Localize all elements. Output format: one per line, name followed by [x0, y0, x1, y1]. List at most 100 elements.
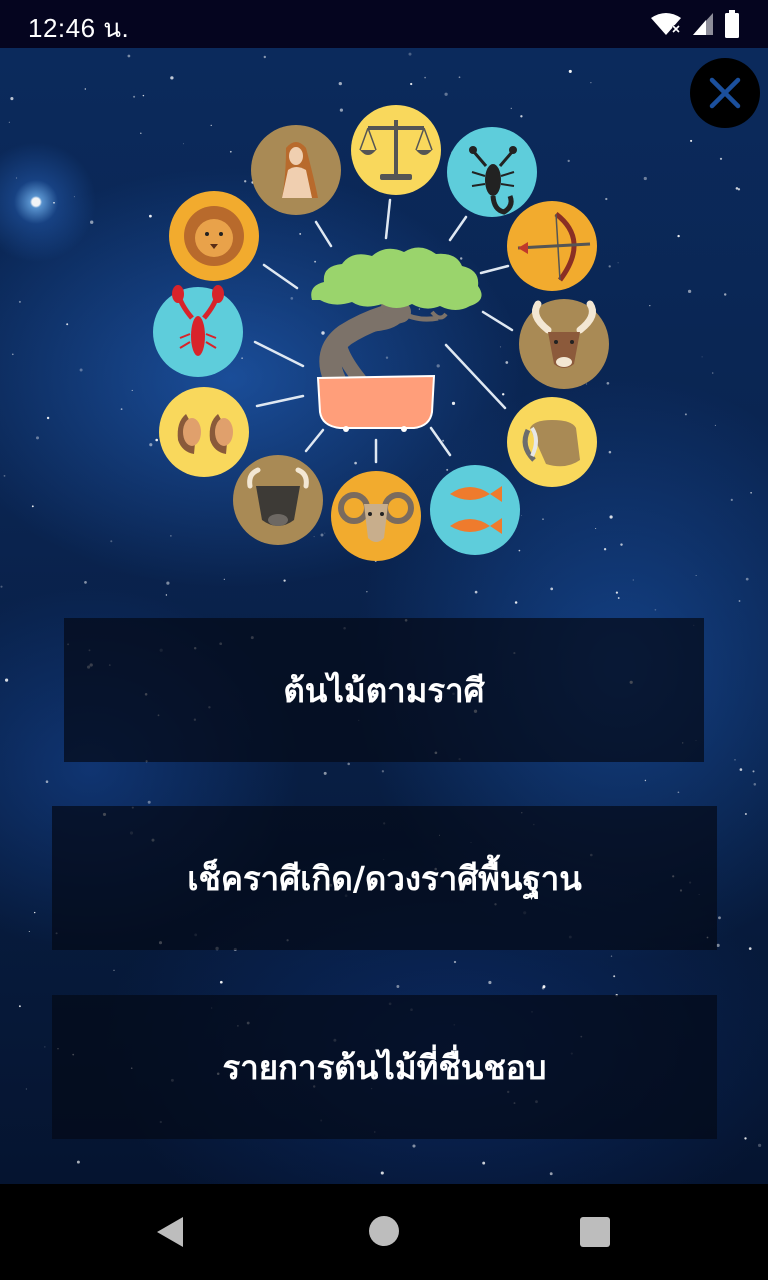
star [283, 579, 286, 582]
star [677, 234, 680, 238]
star [745, 577, 749, 581]
star [46, 416, 50, 420]
favorite-trees-label: รายการต้นไม้ที่ชื่นชอบ [222, 1047, 547, 1087]
star [590, 82, 592, 84]
battery-icon [725, 10, 739, 38]
star [15, 177, 18, 179]
star [120, 408, 123, 410]
star [323, 771, 327, 775]
star [684, 413, 687, 416]
aries-ram-icon [331, 471, 421, 561]
star [28, 930, 30, 933]
status-time: 12:46 น. [28, 13, 130, 43]
check-birth-sign-button[interactable]: เช็คราศีเกิด/ดวงราศีพื้นฐาน [52, 806, 717, 950]
star [542, 985, 546, 989]
star [25, 1088, 27, 1090]
star [444, 92, 448, 96]
favorite-trees-button[interactable]: รายการต้นไม้ที่ชื่นชอบ [52, 995, 717, 1139]
star [739, 768, 743, 771]
star [44, 1046, 46, 1048]
tree-by-zodiac-button[interactable]: ต้นไม้ตามราศี [64, 618, 704, 762]
star [734, 759, 736, 761]
star [170, 76, 174, 80]
star [714, 424, 716, 426]
star [514, 601, 518, 604]
star [18, 1005, 21, 1008]
star [687, 289, 692, 294]
star [3, 475, 6, 477]
star [165, 594, 168, 596]
star [474, 590, 478, 594]
star [644, 779, 647, 782]
star [654, 608, 657, 611]
close-icon [709, 77, 741, 109]
close-button[interactable] [690, 58, 760, 128]
star [615, 591, 619, 594]
star [408, 52, 412, 56]
star [36, 436, 39, 440]
star [223, 578, 225, 580]
star [677, 791, 680, 794]
star [410, 82, 413, 86]
star [166, 581, 170, 585]
star [617, 597, 620, 599]
virgo-maiden-icon [251, 125, 341, 215]
star [0, 585, 3, 588]
star [147, 800, 151, 804]
star [752, 770, 755, 773]
libra-scales-icon [351, 105, 441, 195]
tree-by-zodiac-label: ต้นไม้ตามราศี [283, 670, 485, 710]
star [549, 1172, 553, 1176]
star [338, 81, 342, 86]
star [34, 911, 36, 914]
star [753, 783, 757, 786]
recents-icon[interactable] [580, 1217, 610, 1247]
star [750, 492, 752, 494]
home-icon[interactable] [369, 1216, 399, 1246]
pisces-fish-icon [430, 465, 520, 555]
wifi-icon [651, 13, 681, 35]
star [719, 157, 723, 160]
star [8, 121, 10, 123]
star [758, 1143, 762, 1147]
star [76, 1160, 80, 1164]
status-icons [650, 10, 740, 38]
star [381, 770, 385, 773]
star [110, 540, 113, 543]
gemini-twins-icon [159, 387, 249, 477]
star [90, 220, 94, 224]
star [568, 69, 572, 73]
star [424, 76, 426, 79]
star [643, 176, 647, 181]
star [263, 55, 266, 59]
star [131, 389, 133, 391]
star [482, 1161, 486, 1165]
star [632, 579, 634, 581]
star [735, 187, 739, 190]
aquarius-jar-icon [507, 397, 597, 487]
star [550, 587, 554, 591]
star [738, 600, 741, 602]
sagittarius-bow-icon [507, 201, 597, 291]
star [744, 812, 747, 816]
star [127, 54, 131, 58]
star [18, 300, 21, 303]
star [730, 498, 733, 502]
capricorn-goat-icon [519, 299, 609, 389]
star [113, 969, 115, 971]
cell-signal-icon [693, 13, 713, 35]
star [396, 985, 400, 988]
status-bar: 12:46 น. [0, 0, 768, 48]
back-icon[interactable] [156, 1216, 184, 1248]
star [84, 88, 86, 90]
star [53, 201, 55, 204]
star [488, 980, 492, 985]
star [613, 975, 616, 978]
star [140, 132, 142, 134]
star [690, 139, 693, 142]
bonsai-tree-icon [311, 247, 482, 432]
star [718, 916, 721, 920]
star [10, 97, 14, 101]
star [219, 980, 223, 984]
star [31, 505, 34, 508]
